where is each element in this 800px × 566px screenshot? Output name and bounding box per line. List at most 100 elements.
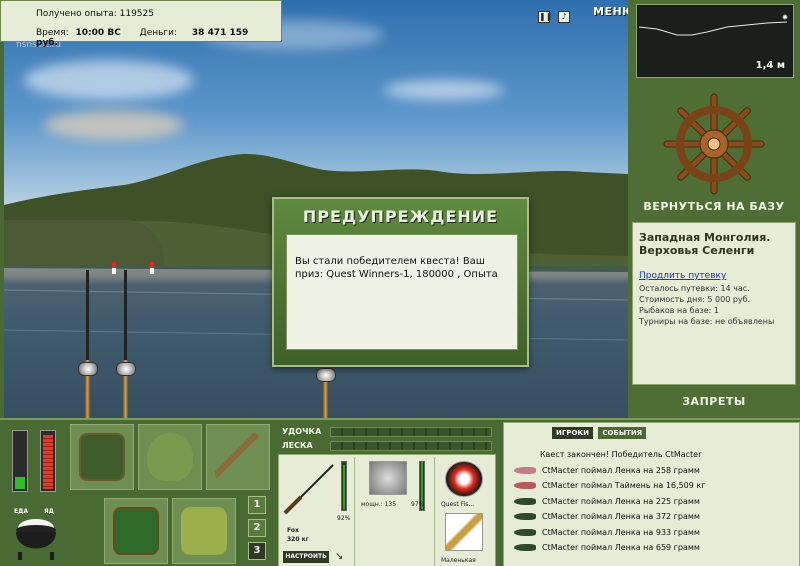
- player-info-panel: Получено опыта: 119525 Время: 10:00 ВС Д…: [0, 0, 282, 48]
- lenok-fish-icon: [514, 513, 536, 520]
- bottom-bar: ЕДА ЯД 1 2 3 УДОЧКА ЛЕСКА 92% Fox 320 кг…: [0, 418, 800, 566]
- bag-icon: [147, 433, 193, 481]
- event-text: CtMacter поймал Таймень на 16,509 кг: [542, 481, 706, 490]
- page-button-2[interactable]: 2: [248, 519, 266, 537]
- time-value: 10:00 ВС: [75, 28, 121, 38]
- rod-durability-fill: [343, 464, 345, 509]
- event-text: CtMacter поймал Ленка на 258 грамм: [542, 465, 700, 475]
- rod-tension-row: УДОЧКА: [278, 426, 496, 438]
- shore: [4, 220, 164, 266]
- pause-icon[interactable]: ❚❚: [538, 10, 552, 23]
- tackle-box-icon: [79, 433, 125, 481]
- rod-weight: 320 кг: [287, 536, 309, 543]
- reel-cell[interactable]: мощн.: 135 97%: [357, 457, 435, 566]
- arrow-icon[interactable]: ↘: [335, 551, 343, 562]
- lenok-fish-icon: [514, 466, 536, 474]
- dialog-title: ПРЕДУПРЕЖДЕНИЕ: [302, 207, 499, 226]
- experience-row: Получено опыта: 119525: [36, 9, 154, 19]
- event-message: CtMacter поймал Ленка на 933 грамм: [510, 525, 796, 541]
- float: [150, 262, 154, 274]
- top-icons: ❚❚ ♪: [538, 6, 573, 23]
- events-tabs: ИГРОКИ СОБЫТИЯ: [552, 427, 649, 439]
- reel-icon[interactable]: [116, 362, 136, 376]
- landing-net-icon: [215, 433, 261, 481]
- base-stat: Осталось путевки: 14 час.: [639, 284, 750, 293]
- right-panel: 1,4 м ВЕРНУТЬСЯ НА БАЗУ Западная Монголи…: [628, 0, 800, 418]
- rod-durability-bar: [341, 461, 347, 511]
- inventory-slot[interactable]: [70, 424, 134, 490]
- event-text: Квест закончен! Победитель CtMacter: [540, 450, 702, 459]
- poison-label: ЯД: [44, 508, 54, 515]
- time-label: Время:: [36, 28, 69, 38]
- dialog-body: Вы стали победителем квеста! Ваш приз: Q…: [286, 234, 518, 350]
- ship-wheel-icon[interactable]: [662, 92, 766, 196]
- tab-players[interactable]: ИГРОКИ: [552, 427, 593, 439]
- rod-name: Fox: [287, 527, 299, 534]
- bait-name: Маленькая: [441, 557, 476, 564]
- events-list: Квест закончен! Победитель CtMacter CtMa…: [510, 447, 796, 556]
- cauldron-icon[interactable]: [12, 516, 60, 562]
- rod-tip: [124, 270, 127, 360]
- inventory-slot[interactable]: [172, 498, 236, 564]
- inventory-slot[interactable]: [206, 424, 270, 490]
- line-spool-icon: [445, 461, 483, 497]
- page-button-3[interactable]: 3: [248, 542, 266, 560]
- game-root: fishsoft.ru Получено опыта: 119525 Время…: [0, 0, 800, 566]
- base-info-box: Западная Монголия. Верховья Селенги Прод…: [632, 222, 796, 385]
- event-text: CtMacter поймал Ленка на 933 грамм: [542, 527, 700, 537]
- inventory-slots: [70, 424, 274, 566]
- setup-button[interactable]: НАСТРОИТЬ: [283, 551, 329, 563]
- line-tension-label: ЛЕСКА: [282, 441, 313, 450]
- depth-value: 1,4 м: [755, 60, 785, 71]
- line-bait-cell[interactable]: Quest Fis... Маленькая: [437, 457, 497, 566]
- reel-power: мощн.: 135: [361, 501, 397, 508]
- money-label: Деньги:: [139, 28, 178, 38]
- event-text: CtMacter поймал Ленка на 659 грамм: [542, 543, 700, 552]
- event-message: CtMacter поймал Ленка на 659 грамм: [510, 540, 796, 556]
- page-button-1[interactable]: 1: [248, 496, 266, 514]
- extend-permit-link[interactable]: Продлить путевку: [639, 271, 789, 281]
- line-name: Quest Fis...: [441, 501, 475, 508]
- event-text: CtMacter поймал Ленка на 372 грамм: [542, 512, 700, 521]
- float: [112, 262, 116, 274]
- rig-panel: 92% Fox 320 кг НАСТРОИТЬ ↘ мощн.: 135 97…: [278, 454, 496, 566]
- experience-label: Получено опыта:: [36, 9, 117, 19]
- events-panel: ИГРОКИ СОБЫТИЯ Квест закончен! Победител…: [503, 422, 800, 566]
- food-meter: [12, 430, 28, 492]
- inventory-slot[interactable]: [138, 424, 202, 490]
- reel-icon[interactable]: [316, 368, 336, 382]
- lenok-fish-icon: [514, 497, 536, 505]
- sound-icon[interactable]: ♪: [558, 10, 571, 23]
- depth-profile: 1,4 м: [636, 4, 794, 78]
- rod-tension-bar: [330, 427, 492, 437]
- lenok-fish-icon: [514, 528, 536, 536]
- base-stat: Стоимость дня: 5 000 руб.: [639, 295, 751, 304]
- base-stat: Рыбаков на базе: 1: [639, 306, 719, 315]
- poison-meter: [40, 430, 56, 492]
- location-line-2: Верховья Селенги: [639, 244, 755, 257]
- taimen-fish-icon: [514, 482, 536, 489]
- event-message: CtMacter поймал Ленка на 372 грамм: [510, 509, 796, 525]
- event-message: CtMacter поймал Ленка на 258 грамм: [510, 463, 796, 479]
- reel-icon[interactable]: [78, 362, 98, 376]
- experience-value: 119525: [119, 9, 154, 19]
- event-text: CtMacter поймал Ленка на 225 грамм: [542, 496, 700, 506]
- location-name: Западная Монголия. Верховья Селенги: [639, 231, 789, 257]
- tackle-panel: УДОЧКА ЛЕСКА 92% Fox 320 кг НАСТРОИТЬ ↘ …: [278, 422, 498, 566]
- tab-events[interactable]: СОБЫТИЯ: [598, 427, 647, 439]
- warning-dialog[interactable]: ПРЕДУПРЕЖДЕНИЕ Вы стали победителем квес…: [272, 197, 529, 367]
- rod-tip: [86, 270, 89, 360]
- reel-percent: 97%: [411, 501, 425, 508]
- inventory-slot[interactable]: [104, 498, 168, 564]
- inventory-pages: 1 2 3: [248, 496, 266, 565]
- bans-button[interactable]: ЗАПРЕТЫ: [628, 395, 800, 408]
- line-tension-bar: [330, 441, 492, 451]
- event-message: CtMacter поймал Ленка на 225 грамм: [510, 494, 796, 510]
- lenok-fish-icon: [514, 544, 536, 551]
- dialog-message: Вы стали победителем квеста! Ваш приз: Q…: [295, 256, 498, 280]
- bait-icon: [445, 513, 483, 551]
- base-stat: Турниры на базе: не объявлены: [639, 317, 775, 326]
- rod-cell[interactable]: 92% Fox 320 кг НАСТРОИТЬ ↘: [279, 457, 355, 566]
- return-to-base-button[interactable]: ВЕРНУТЬСЯ НА БАЗУ: [628, 200, 800, 213]
- food-label: ЕДА: [14, 508, 29, 515]
